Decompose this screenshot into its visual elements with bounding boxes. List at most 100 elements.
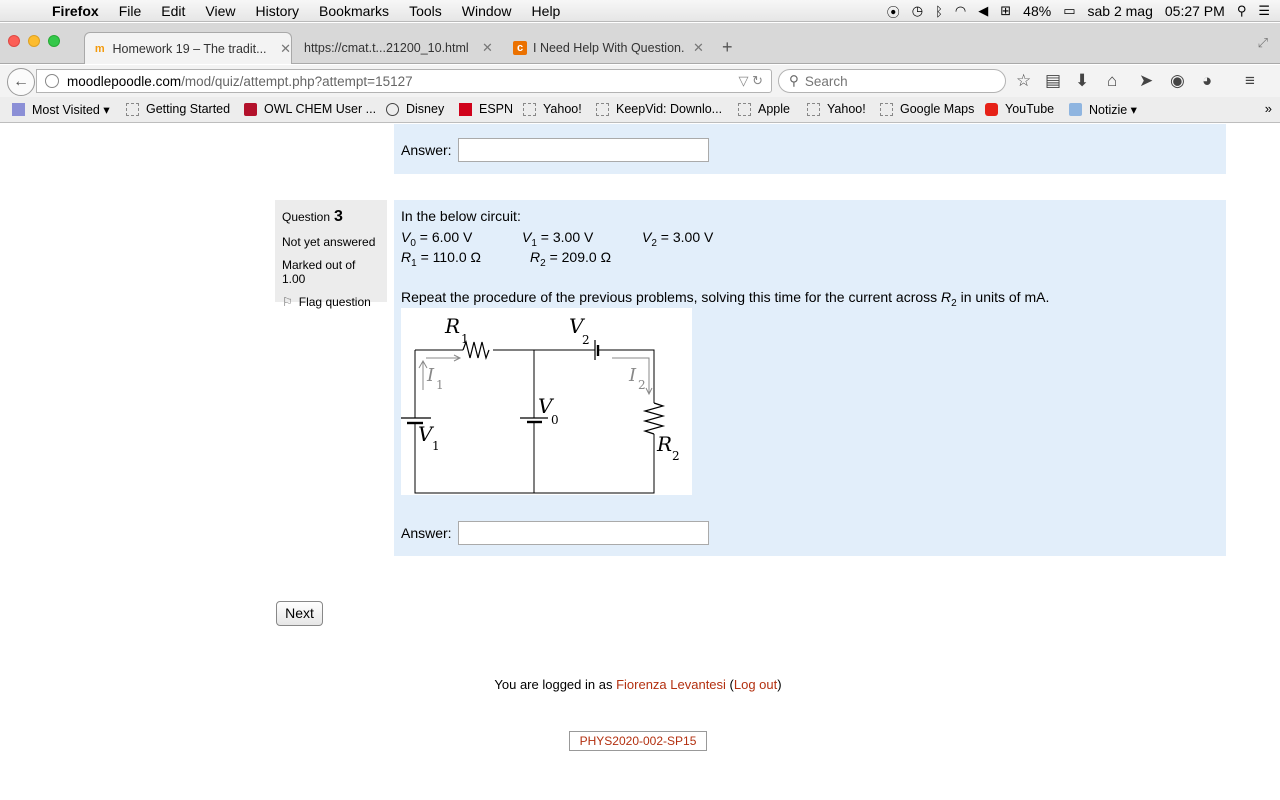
- question-number: Question 3: [282, 208, 380, 226]
- search-input[interactable]: [804, 73, 985, 89]
- page-icon: [126, 102, 139, 116]
- bookmark-apple[interactable]: Apple: [738, 102, 790, 116]
- bookmark-label: Notizie ▾: [1089, 103, 1137, 117]
- wifi-icon[interactable]: ◠: [955, 3, 966, 19]
- close-window-button[interactable]: [8, 35, 20, 47]
- bookmark-google-maps[interactable]: Google Maps: [880, 102, 974, 116]
- menu-help[interactable]: Help: [532, 3, 561, 19]
- svg-text:1: 1: [432, 439, 440, 453]
- nav-toolbar: ← moodlepoodle.com/mod/quiz/attempt.php?…: [0, 65, 1280, 97]
- course-link[interactable]: PHYS2020-002-SP15: [569, 731, 707, 751]
- tab-title: https://cmat.t...21200_10.html: [304, 41, 469, 55]
- user-profile-link[interactable]: Fiorenza Levantesi: [616, 677, 726, 692]
- reload-icon[interactable]: ↻: [752, 73, 763, 88]
- bookmark-most-visited[interactable]: Most Visited ▾: [12, 102, 110, 117]
- answer-input[interactable]: [457, 521, 709, 545]
- tab-chegg[interactable]: c I Need Help With Question... ✕: [513, 32, 713, 64]
- bookmark-yahoo-2[interactable]: Yahoo!: [807, 102, 866, 116]
- question-intro: In the below circuit:: [401, 208, 521, 224]
- spotlight-icon[interactable]: ⚲: [1237, 3, 1247, 19]
- bookmark-label: Yahoo!: [543, 102, 582, 116]
- date-text[interactable]: sab 2 mag: [1088, 3, 1153, 19]
- back-button[interactable]: ←: [7, 68, 35, 96]
- bookmark-disney[interactable]: Disney: [386, 102, 444, 116]
- reading-list-icon[interactable]: ▤: [1045, 71, 1061, 91]
- tab-bar: m Homework 19 – The tradit... ✕ https://…: [0, 23, 1280, 64]
- url-host: moodlepoodle.com: [67, 73, 182, 89]
- question-status: Not yet answered: [282, 235, 376, 249]
- battery-icon[interactable]: ▭: [1063, 3, 1075, 19]
- menu-tools[interactable]: Tools: [409, 3, 442, 19]
- bookmark-yahoo[interactable]: Yahoo!: [523, 102, 582, 116]
- fullscreen-icon[interactable]: ⤢: [1258, 35, 1268, 51]
- sync-icon[interactable]: ◉: [1170, 71, 1185, 91]
- next-button[interactable]: Next: [276, 601, 323, 626]
- bookmark-label: YouTube: [1005, 102, 1055, 116]
- bookmark-star-icon[interactable]: ☆: [1016, 71, 1031, 91]
- bookmark-espn[interactable]: ESPN: [459, 102, 513, 116]
- tab-homework[interactable]: m Homework 19 – The tradit... ✕: [84, 32, 292, 64]
- time-machine-icon[interactable]: ◷: [912, 3, 923, 19]
- chat-icon[interactable]: ◕: [1202, 71, 1212, 91]
- menu-window[interactable]: Window: [462, 3, 512, 19]
- zoom-window-button[interactable]: [48, 35, 60, 47]
- disney-icon: [386, 102, 399, 116]
- answer-label: Answer:: [401, 525, 452, 541]
- new-tab-button[interactable]: +: [722, 37, 733, 58]
- bookmark-owl-chem[interactable]: OWL CHEM User ...: [244, 102, 376, 116]
- value-v0: V0 = 6.00 V: [401, 229, 473, 249]
- bookmark-label: Disney: [406, 102, 445, 116]
- close-tab-icon[interactable]: ✕: [482, 40, 493, 56]
- bookmark-label: OWL CHEM User ...: [264, 102, 377, 116]
- menu-view[interactable]: View: [205, 3, 235, 19]
- page-icon: [738, 102, 751, 116]
- tab-cmat[interactable]: https://cmat.t...21200_10.html ✕: [304, 32, 504, 64]
- input-source-icon[interactable]: ⊞: [1000, 3, 1011, 19]
- most-visited-icon: [12, 103, 25, 116]
- menu-history[interactable]: History: [255, 3, 299, 19]
- minimize-window-button[interactable]: [28, 35, 40, 47]
- bookmark-label: KeepVid: Downlo...: [616, 102, 723, 116]
- svg-text:2: 2: [582, 333, 590, 347]
- volume-icon[interactable]: ◀: [978, 3, 988, 19]
- svg-text:I: I: [628, 365, 637, 386]
- question-marks: Marked out of 1.00: [282, 258, 356, 286]
- svg-text:0: 0: [551, 413, 559, 427]
- flag-icon: ⚐: [282, 295, 293, 309]
- menu-bookmarks[interactable]: Bookmarks: [319, 3, 389, 19]
- svg-text:R: R: [656, 432, 672, 456]
- extension-icon[interactable]: ⦿: [887, 2, 900, 21]
- dropdown-icon[interactable]: ▽: [738, 73, 748, 88]
- share-icon[interactable]: ➤: [1139, 71, 1153, 91]
- notification-center-icon[interactable]: ☰: [1258, 3, 1270, 19]
- value-v1: V1 = 3.00 V: [522, 229, 594, 249]
- time-text[interactable]: 05:27 PM: [1165, 3, 1225, 19]
- url-bar[interactable]: moodlepoodle.com/mod/quiz/attempt.php?at…: [36, 69, 772, 93]
- menu-edit[interactable]: Edit: [161, 3, 185, 19]
- bookmark-notizie[interactable]: Notizie ▾: [1069, 102, 1137, 117]
- close-tab-icon[interactable]: ✕: [280, 41, 291, 57]
- battery-percent[interactable]: 48%: [1023, 3, 1051, 19]
- flag-question-button[interactable]: ⚐ Flag question: [282, 295, 380, 309]
- value-r2: R2 = 209.0 Ω: [530, 249, 612, 269]
- home-icon[interactable]: ⌂: [1107, 71, 1117, 91]
- more-bookmarks-icon[interactable]: »: [1265, 101, 1272, 116]
- page-icon: [880, 102, 893, 116]
- close-tab-icon[interactable]: ✕: [693, 40, 704, 56]
- search-bar[interactable]: ⚲: [778, 69, 1006, 93]
- menu-file[interactable]: File: [119, 3, 142, 19]
- svg-text:1: 1: [461, 332, 469, 346]
- bookmark-youtube[interactable]: YouTube: [985, 102, 1054, 116]
- menu-app-firefox[interactable]: Firefox: [52, 3, 99, 19]
- logout-link[interactable]: Log out: [734, 677, 777, 692]
- download-icon[interactable]: ⬇: [1075, 71, 1089, 91]
- previous-answer-input[interactable]: [457, 138, 709, 162]
- question-number-value: 3: [334, 208, 343, 225]
- bluetooth-icon[interactable]: ᛒ: [935, 4, 943, 19]
- logged-in-prefix: You are logged in as: [494, 677, 617, 692]
- answer-row: Answer:: [401, 521, 709, 545]
- site-identity-icon[interactable]: [45, 74, 59, 88]
- bookmark-getting-started[interactable]: Getting Started: [126, 102, 230, 116]
- menu-icon[interactable]: ≡: [1245, 71, 1255, 91]
- bookmark-keepvid[interactable]: KeepVid: Downlo...: [596, 102, 722, 116]
